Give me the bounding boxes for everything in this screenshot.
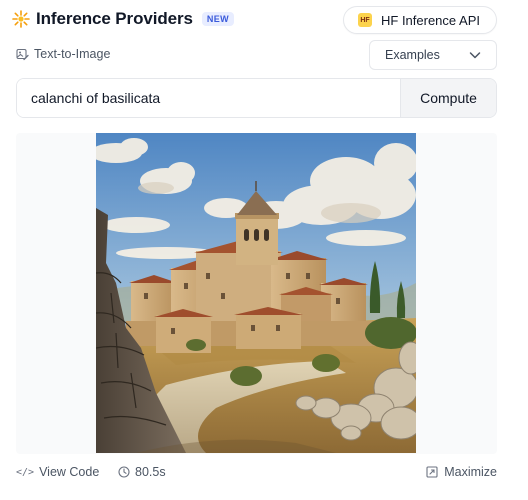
clock-icon <box>118 466 130 478</box>
provider-selector-button[interactable]: HF HF Inference API <box>343 6 497 34</box>
timing-value: 80.5s <box>135 465 166 479</box>
widget-header: Inference Providers NEW HF HF Inference … <box>12 6 498 34</box>
examples-label: Examples <box>385 48 440 62</box>
generated-image <box>96 133 416 453</box>
maximize-label: Maximize <box>444 465 497 479</box>
new-badge: NEW <box>201 12 235 26</box>
chevron-down-icon <box>469 52 481 59</box>
page-title: Inference Providers <box>36 9 193 28</box>
examples-dropdown[interactable]: Examples <box>369 40 497 70</box>
prompt-input[interactable] <box>17 79 400 117</box>
widget-footer: </> View Code 80.5s Maximize <box>16 463 497 481</box>
view-code-label: View Code <box>39 465 100 479</box>
maximize-icon <box>426 466 438 478</box>
compute-button[interactable]: Compute <box>400 79 496 117</box>
compute-timing: 80.5s <box>118 463 166 481</box>
brand: Inference Providers NEW <box>12 6 235 32</box>
task-label: Text-to-Image <box>34 47 111 61</box>
code-icon: </> <box>16 466 35 478</box>
image-edit-icon <box>16 48 29 60</box>
sparkle-icon <box>12 10 30 28</box>
maximize-button[interactable]: Maximize <box>426 463 497 481</box>
prompt-form: Compute <box>16 78 497 118</box>
provider-label: HF Inference API <box>381 12 480 28</box>
view-code-link[interactable]: </> View Code <box>16 463 99 481</box>
output-area <box>16 133 497 454</box>
task-label-row: Text-to-Image <box>16 46 110 62</box>
hf-logo-icon: HF <box>358 13 372 27</box>
